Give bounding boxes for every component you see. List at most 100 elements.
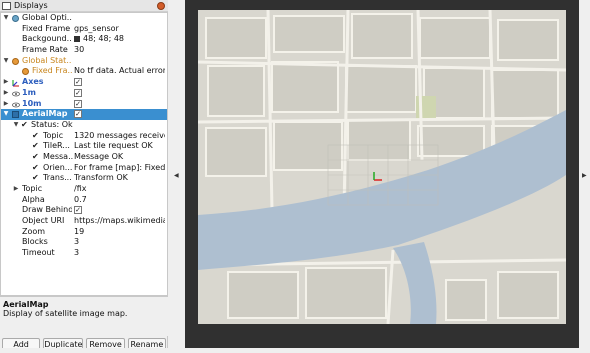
status-transform-label: Trans... xyxy=(43,173,72,183)
tree-row-alpha[interactable]: Alpha 0.7 xyxy=(1,195,167,206)
axes-icon xyxy=(12,79,19,87)
topic-value[interactable]: /fix xyxy=(74,184,165,195)
aerialmap-label: AerialMap xyxy=(22,109,68,119)
tree-row-global-status[interactable]: ▼ Global Stat... xyxy=(1,56,167,67)
status-tilereq-label: TileR... xyxy=(43,141,70,151)
monitor-icon xyxy=(2,1,11,10)
tree-row-object-uri[interactable]: Object URI https://maps.wikimedia.o... xyxy=(1,216,167,227)
axes-checkbox[interactable]: ✓ xyxy=(74,78,82,87)
tree-row-grid-10m[interactable]: ▶ 10m ✓ xyxy=(1,99,167,110)
description-box: AerialMap Display of satellite image map… xyxy=(0,296,168,336)
collapse-right-icon[interactable]: ▶ xyxy=(582,172,587,179)
checkmark-icon: ✔ xyxy=(32,141,39,151)
map-svg xyxy=(198,10,566,324)
tree-row-status-transform[interactable]: ✔ Trans... Transform OK xyxy=(1,173,167,184)
aerialmap-checkbox[interactable]: ✓ xyxy=(74,110,82,119)
status-fixed-frame-value: No tf data. Actual error: ... xyxy=(74,66,165,76)
chevron-down-icon[interactable]: ▼ xyxy=(3,56,9,67)
draw-behind-label: Draw Behind xyxy=(22,205,72,215)
timeout-label: Timeout xyxy=(22,248,55,258)
zoom-value[interactable]: 19 xyxy=(74,227,165,238)
panel-titlebar: Displays xyxy=(0,0,168,12)
timeout-value[interactable]: 3 xyxy=(74,248,165,259)
alpha-label: Alpha xyxy=(22,194,45,204)
checkmark-icon: ✔ xyxy=(32,173,39,183)
checkmark-icon: ✔ xyxy=(32,162,39,172)
tree-row-zoom[interactable]: Zoom 19 xyxy=(1,227,167,238)
chevron-down-icon[interactable]: ▼ xyxy=(3,109,9,120)
chevron-right-icon[interactable]: ▶ xyxy=(3,88,9,99)
grid-1m-checkbox[interactable]: ✓ xyxy=(74,88,82,97)
chevron-right-icon[interactable]: ▶ xyxy=(3,77,9,88)
displays-panel: Displays ▼ Global Opti... Fixed Frame gp… xyxy=(0,0,168,353)
warning-circle-icon xyxy=(22,68,29,76)
status-transform-value: Transform OK xyxy=(74,173,128,183)
globe-icon xyxy=(12,15,19,22)
background-value-text: 48; 48; 48 xyxy=(83,34,125,44)
tree-row-blocks[interactable]: Blocks 3 xyxy=(1,237,167,248)
tree-row-draw-behind[interactable]: Draw Behind ✓ xyxy=(1,205,167,216)
blocks-label: Blocks xyxy=(22,237,48,247)
chevron-right-icon[interactable]: ▶ xyxy=(13,184,19,195)
tree-row-timeout[interactable]: Timeout 3 xyxy=(1,248,167,259)
chevron-down-icon[interactable]: ▼ xyxy=(13,120,19,131)
tree-row-axes[interactable]: ▶ Axes ✓ xyxy=(1,77,167,88)
tree-row-status-message[interactable]: ✔ Messa... Message OK xyxy=(1,152,167,163)
alpha-value[interactable]: 0.7 xyxy=(74,195,165,206)
frame-rate-label: Frame Rate xyxy=(22,45,68,55)
description-title: AerialMap xyxy=(3,300,49,309)
status-orient-value: For frame [map]: Fixed Fr... xyxy=(74,162,165,172)
aerial-map-tiles xyxy=(198,10,566,324)
blocks-value[interactable]: 3 xyxy=(74,237,165,248)
grid-10m-checkbox[interactable]: ✓ xyxy=(74,99,82,108)
grid-1m-label: 1m xyxy=(22,87,36,97)
tree-row-status-orient[interactable]: ✔ Orien... For frame [map]: Fixed Fr... xyxy=(1,163,167,174)
tree-row-fixed-frame[interactable]: Fixed Frame gps_sensor xyxy=(1,24,167,35)
grid-10m-label: 10m xyxy=(22,98,42,108)
status-message-label: Messa... xyxy=(43,151,73,161)
tree-row-grid-1m[interactable]: ▶ 1m ✓ xyxy=(1,88,167,99)
axes-label: Axes xyxy=(22,77,44,87)
chevron-down-icon[interactable]: ▼ xyxy=(3,13,9,24)
tree-row-background[interactable]: Backgound... 48; 48; 48 xyxy=(1,34,167,45)
panel-title: Displays xyxy=(14,1,48,10)
tree-row-status-ok[interactable]: ▼ ✔ Status: Ok xyxy=(1,120,167,131)
tree-row-aerialmap[interactable]: ▼ AerialMap ✓ xyxy=(1,109,167,120)
tree-row-status-topic[interactable]: ✔ Topic 1320 messages received xyxy=(1,131,167,142)
checkmark-icon: ✔ xyxy=(21,119,28,129)
status-strip xyxy=(0,348,590,353)
displays-tree[interactable]: ▼ Global Opti... Fixed Frame gps_sensor … xyxy=(0,12,168,296)
warning-circle-icon xyxy=(12,57,19,65)
background-value[interactable]: 48; 48; 48 xyxy=(74,34,165,45)
global-options-label: Global Opti... xyxy=(22,13,72,22)
status-topic-value: 1320 messages received xyxy=(74,130,165,140)
draw-behind-checkbox[interactable]: ✓ xyxy=(74,206,82,215)
status-ok-label: Status: Ok xyxy=(31,119,73,129)
map-icon xyxy=(12,111,19,119)
background-label: Backgound... xyxy=(22,34,72,44)
fixed-frame-label: Fixed Frame xyxy=(22,23,71,33)
description-text: Display of satellite image map. xyxy=(3,309,128,318)
frame-rate-value[interactable]: 30 xyxy=(74,45,165,56)
tree-row-global-options[interactable]: ▼ Global Opti... xyxy=(1,13,167,24)
chevron-right-icon[interactable]: ▶ xyxy=(3,99,9,110)
checkmark-icon: ✔ xyxy=(32,130,39,140)
status-message-value: Message OK xyxy=(74,151,124,161)
status-fixed-frame-label: Fixed Fra... xyxy=(32,66,72,76)
object-uri-label: Object URI xyxy=(22,216,65,226)
color-swatch xyxy=(74,36,80,43)
tree-row-topic[interactable]: ▶ Topic /fix xyxy=(1,184,167,195)
grid-eye-icon xyxy=(12,101,20,108)
object-uri-value[interactable]: https://maps.wikimedia.o... xyxy=(74,216,165,227)
render-viewport[interactable] xyxy=(185,0,579,348)
checkmark-icon: ✔ xyxy=(32,151,39,161)
status-tilereq-value: Last tile request OK xyxy=(74,141,153,151)
tree-row-frame-rate[interactable]: Frame Rate 30 xyxy=(1,45,167,56)
fixed-frame-value[interactable]: gps_sensor xyxy=(74,24,165,35)
status-orient-label: Orien... xyxy=(43,162,73,172)
collapse-left-icon[interactable]: ◀ xyxy=(174,172,179,179)
tree-row-status-fixed-frame[interactable]: Fixed Fra... No tf data. Actual error: .… xyxy=(1,66,167,77)
tree-row-status-tilereq[interactable]: ✔ TileR... Last tile request OK xyxy=(1,141,167,152)
global-status-label: Global Stat... xyxy=(22,55,72,65)
close-icon[interactable] xyxy=(157,2,165,10)
